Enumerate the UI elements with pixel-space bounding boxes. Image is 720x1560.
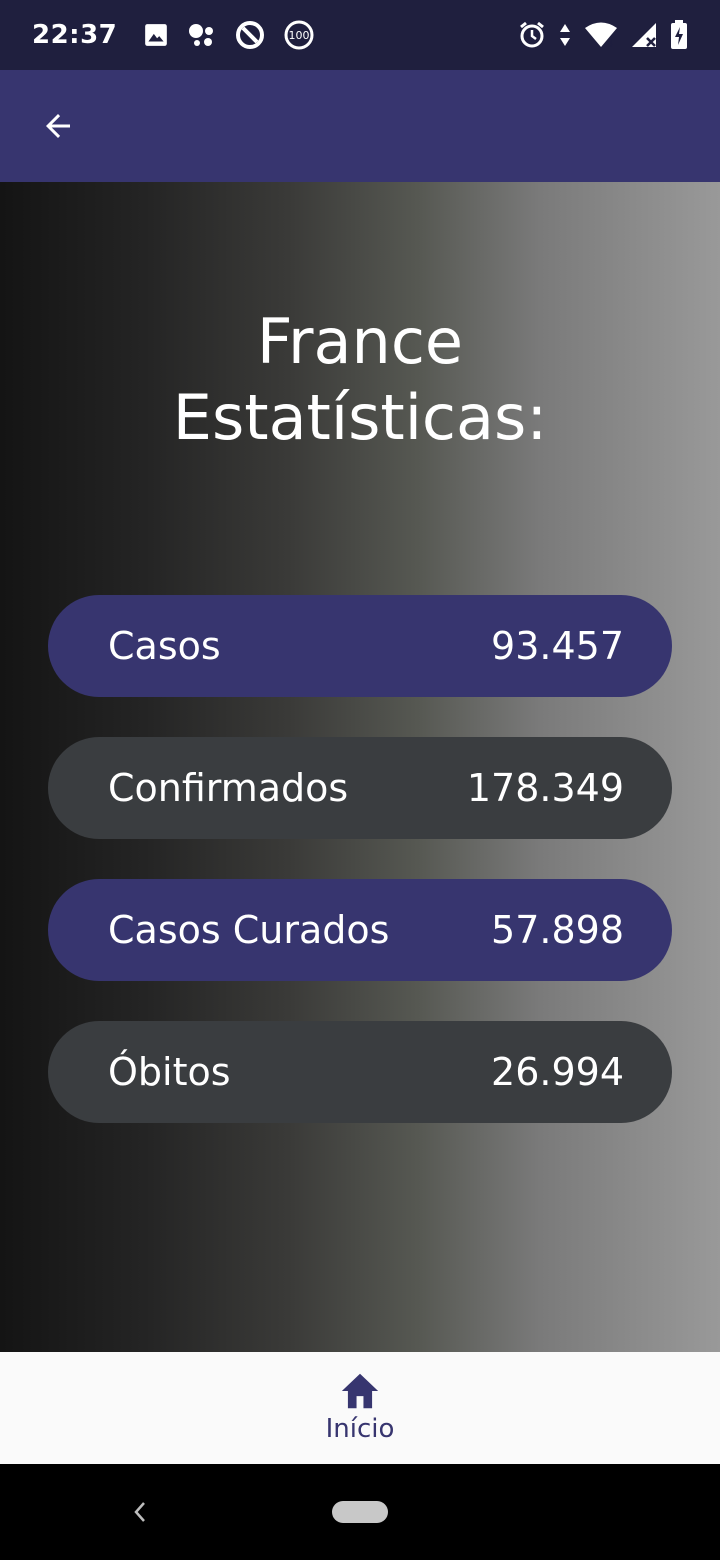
svg-text:4: 4	[606, 37, 613, 49]
system-home-pill[interactable]	[332, 1501, 388, 1523]
page-title: France Estatísticas:	[0, 304, 720, 456]
stat-label: Confirmados	[108, 766, 349, 810]
stat-value: 93.457	[491, 624, 624, 668]
nav-label-inicio: Início	[325, 1414, 395, 1444]
nav-item-inicio[interactable]: Início	[325, 1372, 395, 1444]
image-icon	[143, 22, 169, 48]
alarm-icon	[518, 21, 546, 49]
battery-100-icon: 100	[283, 19, 315, 51]
cell-signal-icon	[630, 21, 658, 49]
stat-obitos: Óbitos 26.994	[48, 1021, 672, 1123]
svg-text:100: 100	[289, 29, 310, 42]
back-button[interactable]	[36, 104, 80, 148]
stat-value: 26.994	[491, 1050, 624, 1094]
wifi-icon: 4	[584, 21, 618, 49]
arrow-left-icon	[46, 114, 70, 138]
stats-heading: Estatísticas:	[172, 381, 548, 454]
stats-content: France Estatísticas: Casos 93.457 Confir…	[0, 182, 720, 1352]
status-icons-left: 100	[143, 19, 315, 51]
stat-casos-curados: Casos Curados 57.898	[48, 879, 672, 981]
system-back-button[interactable]	[126, 1494, 154, 1530]
home-icon	[341, 1373, 379, 1409]
status-icons-right: 4	[518, 20, 688, 50]
chevron-left-icon	[134, 1502, 145, 1522]
stat-label: Casos Curados	[108, 908, 390, 952]
status-time: 22:37	[32, 20, 118, 50]
battery-charging-icon	[670, 20, 688, 50]
assistant-icon	[187, 22, 217, 48]
system-nav-bar	[0, 1464, 720, 1560]
stat-casos: Casos 93.457	[48, 595, 672, 697]
data-arrows-icon	[558, 22, 572, 48]
stat-confirmados: Confirmados 178.349	[48, 737, 672, 839]
data-saver-icon	[235, 20, 265, 50]
status-bar: 22:37 100 4	[0, 0, 720, 70]
stat-value: 57.898	[491, 908, 624, 952]
stat-label: Óbitos	[108, 1050, 231, 1094]
country-name: France	[256, 305, 464, 378]
stat-label: Casos	[108, 624, 221, 668]
app-bar	[0, 70, 720, 182]
bottom-nav: Início	[0, 1352, 720, 1464]
stat-value: 178.349	[466, 766, 624, 810]
